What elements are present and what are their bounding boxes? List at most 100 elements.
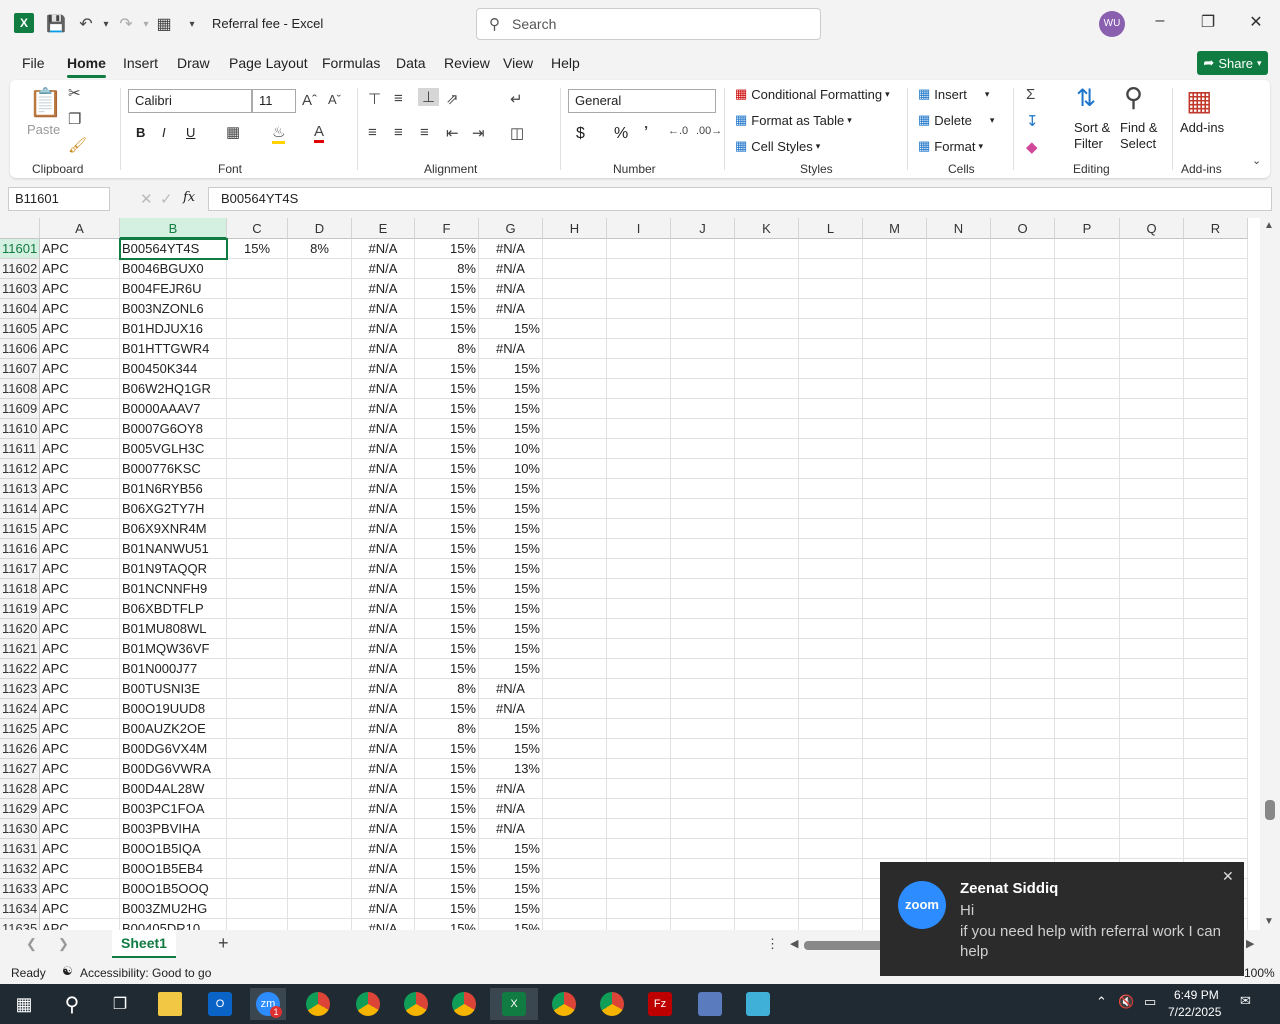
table-cell[interactable]: B01HTTGWR4 (120, 339, 227, 359)
table-cell[interactable] (863, 799, 927, 819)
table-cell[interactable] (1120, 519, 1184, 539)
table-cell[interactable] (1120, 339, 1184, 359)
table-cell[interactable]: APC (40, 499, 120, 519)
table-cell[interactable] (607, 659, 671, 679)
row-header[interactable]: 11615 (0, 519, 40, 539)
table-cell[interactable]: APC (40, 839, 120, 859)
table-cell[interactable] (927, 319, 991, 339)
table-cell[interactable]: 15% (479, 619, 543, 639)
table-cell[interactable] (1120, 359, 1184, 379)
table-cell[interactable]: 15% (415, 619, 479, 639)
row-header[interactable]: 11630 (0, 819, 40, 839)
table-cell[interactable] (735, 919, 799, 930)
menu-help[interactable]: Help (551, 55, 580, 71)
table-cell[interactable] (735, 899, 799, 919)
table-cell[interactable] (543, 699, 607, 719)
next-sheet-icon[interactable]: ❯ (58, 936, 69, 952)
table-cell[interactable] (227, 899, 288, 919)
table-cell[interactable] (288, 779, 352, 799)
vertical-scrollbar[interactable]: ▲ ▼ (1260, 218, 1280, 930)
table-cell[interactable]: APC (40, 879, 120, 899)
table-cell[interactable]: 15% (479, 639, 543, 659)
table-cell[interactable] (863, 599, 927, 619)
table-cell[interactable] (927, 379, 991, 399)
table-cell[interactable] (927, 399, 991, 419)
table-cell[interactable]: 8% (415, 719, 479, 739)
table-cell[interactable] (735, 599, 799, 619)
table-cell[interactable] (1055, 779, 1120, 799)
table-cell[interactable] (799, 499, 863, 519)
align-right-icon[interactable]: ≡ (420, 124, 429, 141)
table-cell[interactable]: B00DG6VX4M (120, 739, 227, 759)
close-icon[interactable]: ✕ (1244, 12, 1268, 36)
table-cell[interactable] (735, 779, 799, 799)
table-cell[interactable] (543, 499, 607, 519)
table-cell[interactable] (288, 579, 352, 599)
comma-style-icon[interactable]: ’ (644, 123, 648, 140)
number-format-select[interactable]: General (568, 89, 716, 113)
table-cell[interactable]: #N/A (479, 299, 543, 319)
table-cell[interactable] (543, 759, 607, 779)
font-color-icon[interactable]: A (314, 123, 325, 143)
table-cell[interactable] (1120, 239, 1184, 259)
column-header-o[interactable]: O (991, 218, 1055, 239)
row-header[interactable]: 11607 (0, 359, 40, 379)
table-cell[interactable] (735, 859, 799, 879)
table-cell[interactable] (543, 819, 607, 839)
table-cell[interactable]: APC (40, 359, 120, 379)
table-cell[interactable] (288, 719, 352, 739)
column-header-k[interactable]: K (735, 218, 799, 239)
font-size-select[interactable]: 11 (252, 89, 296, 113)
table-cell[interactable] (991, 719, 1055, 739)
table-cell[interactable] (607, 719, 671, 739)
table-cell[interactable] (1184, 439, 1248, 459)
clock-date[interactable]: 7/22/2025 (1168, 1005, 1221, 1019)
table-cell[interactable] (607, 739, 671, 759)
row-header[interactable]: 11621 (0, 639, 40, 659)
chrome-icon[interactable] (300, 988, 336, 1020)
table-cell[interactable] (1184, 759, 1248, 779)
table-cell[interactable] (1055, 439, 1120, 459)
table-cell[interactable] (607, 359, 671, 379)
table-cell[interactable] (927, 559, 991, 579)
table-cell[interactable] (671, 239, 735, 259)
table-cell[interactable]: #N/A (352, 759, 415, 779)
table-cell[interactable]: 15% (479, 319, 543, 339)
table-cell[interactable] (607, 399, 671, 419)
table-cell[interactable]: #N/A (352, 879, 415, 899)
row-header[interactable]: 11613 (0, 479, 40, 499)
column-header-e[interactable]: E (352, 218, 415, 239)
table-cell[interactable]: APC (40, 679, 120, 699)
table-cell[interactable] (1184, 379, 1248, 399)
table-cell[interactable]: 15% (479, 499, 543, 519)
table-cell[interactable]: B00AUZK2OE (120, 719, 227, 739)
table-cell[interactable] (799, 819, 863, 839)
table-cell[interactable] (927, 659, 991, 679)
table-cell[interactable] (799, 659, 863, 679)
table-cell[interactable] (799, 739, 863, 759)
table-cell[interactable] (1120, 739, 1184, 759)
table-cell[interactable]: 8% (288, 239, 352, 259)
table-cell[interactable] (735, 879, 799, 899)
worksheet-grid[interactable]: A B C D E F G H I J K L M N O P Q R 11601 APC B00564YT4S 15% 8… (0, 218, 1260, 930)
row-header[interactable]: 11609 (0, 399, 40, 419)
enter-icon[interactable]: ✓ (160, 190, 173, 208)
align-bottom-icon[interactable]: ⊥ (418, 88, 440, 106)
table-cell[interactable]: 15% (415, 559, 479, 579)
table-cell[interactable] (799, 679, 863, 699)
table-cell[interactable]: APC (40, 239, 120, 259)
table-cell[interactable] (927, 419, 991, 439)
table-cell[interactable] (1120, 799, 1184, 819)
table-cell[interactable]: 15% (479, 539, 543, 559)
table-cell[interactable] (288, 479, 352, 499)
table-cell[interactable] (735, 699, 799, 719)
table-cell[interactable]: 15% (415, 659, 479, 679)
table-cell[interactable] (1184, 719, 1248, 739)
row-header[interactable]: 11603 (0, 279, 40, 299)
restore-icon[interactable]: ❐ (1196, 12, 1220, 36)
table-cell[interactable] (671, 879, 735, 899)
table-cell[interactable] (288, 559, 352, 579)
table-cell[interactable] (991, 259, 1055, 279)
table-cell[interactable]: APC (40, 539, 120, 559)
wrap-text-icon[interactable]: ↵ (510, 90, 523, 108)
